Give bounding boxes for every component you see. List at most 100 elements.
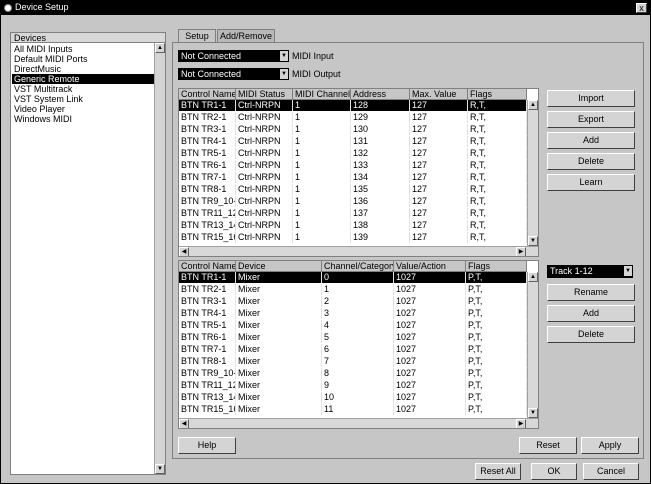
scroll-left-arrow-icon[interactable]: ◀ <box>179 419 189 428</box>
device-item[interactable]: Windows MIDI <box>12 114 154 124</box>
assignment-table-vscrollbar[interactable]: ▲ ▼ <box>527 272 538 418</box>
add-bank-button[interactable]: Add <box>547 305 635 322</box>
table-row[interactable]: BTN TR3-1 Ctrl-NRPN 1 130 127 R,T, <box>179 124 527 135</box>
table-cell: 127 <box>410 208 468 219</box>
column-header[interactable]: Device <box>236 261 322 272</box>
table-cell: Mixer <box>236 284 322 295</box>
apply-button[interactable]: Apply <box>581 437 639 454</box>
table-row[interactable]: BTN TR7-1 Mixer 6 1027 P,T, <box>179 344 527 355</box>
table-row[interactable]: BTN TR4-1 Ctrl-NRPN 1 131 127 R,T, <box>179 136 527 147</box>
delete-control-button[interactable]: Delete <box>547 153 635 170</box>
scroll-up-arrow-icon[interactable]: ▲ <box>528 272 538 282</box>
table-cell: 128 <box>351 100 410 111</box>
table-cell: 6 <box>322 344 394 355</box>
reset-all-button[interactable]: Reset All <box>475 463 521 480</box>
table-row[interactable]: BTN TR1-1 Ctrl-NRPN 1 128 127 R,T, <box>179 100 527 111</box>
close-button[interactable]: x <box>636 3 647 13</box>
table-cell: 1027 <box>394 320 466 331</box>
table-row[interactable]: BTN TR4-1 Mixer 3 1027 P,T, <box>179 308 527 319</box>
ok-button[interactable]: OK <box>531 463 577 480</box>
table-cell: Mixer <box>236 368 322 379</box>
device-item[interactable]: VST Multitrack <box>12 84 154 94</box>
table-row[interactable]: BTN TR5-1 Ctrl-NRPN 1 132 127 R,T, <box>179 148 527 159</box>
scroll-right-arrow-icon[interactable]: ▶ <box>516 247 526 256</box>
table-cell: 127 <box>410 124 468 135</box>
table-cell: 1 <box>293 148 351 159</box>
device-item[interactable]: Default MIDI Ports <box>12 54 154 64</box>
table-row[interactable]: BTN TR9_10-1 Ctrl-NRPN 1 136 127 R,T, <box>179 196 527 207</box>
table-row[interactable]: BTN TR11_12- Mixer 9 1027 P,T, <box>179 380 527 391</box>
import-button[interactable]: Import <box>547 90 635 107</box>
controls-table-hscrollbar[interactable]: ◀ ▶ <box>179 246 538 256</box>
table-cell: BTN TR1-1 <box>179 272 236 283</box>
learn-button[interactable]: Learn <box>547 174 635 191</box>
table-cell: BTN TR11_12- <box>181 208 236 219</box>
scroll-left-arrow-icon[interactable]: ◀ <box>179 247 189 256</box>
table-cell: P,T, <box>466 356 527 367</box>
table-row[interactable]: BTN TR11_12- Ctrl-NRPN 1 137 127 R,T, <box>179 208 527 219</box>
table-row[interactable]: BTN TR6-1 Ctrl-NRPN 1 133 127 R,T, <box>179 160 527 171</box>
assignment-table-hscrollbar[interactable]: ◀ ▶ <box>179 418 538 428</box>
delete-bank-button[interactable]: Delete <box>547 326 635 343</box>
table-cell: 127 <box>410 172 468 183</box>
column-header[interactable]: Address <box>351 89 410 100</box>
devices-header: Devices <box>11 33 165 43</box>
scroll-up-arrow-icon[interactable]: ▲ <box>528 100 538 110</box>
column-header[interactable]: Max. Value <box>410 89 468 100</box>
device-item[interactable]: All MIDI Inputs <box>12 44 154 54</box>
chevron-down-icon: ▼ <box>280 69 288 79</box>
table-row[interactable]: BTN TR2-1 Ctrl-NRPN 1 129 127 R,T, <box>179 112 527 123</box>
column-header[interactable]: Control Name <box>179 261 236 272</box>
table-row[interactable]: BTN TR13_14- Mixer 10 1027 P,T, <box>179 392 527 403</box>
table-row[interactable]: BTN TR1-1 Mixer 0 1027 P,T, <box>179 272 527 283</box>
scroll-down-arrow-icon[interactable]: ▼ <box>528 408 538 418</box>
table-row[interactable]: BTN TR7-1 Ctrl-NRPN 1 134 127 R,T, <box>179 172 527 183</box>
table-row[interactable]: BTN TR8-1 Ctrl-NRPN 1 135 127 R,T, <box>179 184 527 195</box>
table-cell: P,T, <box>466 284 527 295</box>
device-item[interactable]: Video Player <box>12 104 154 114</box>
controls-table-vscrollbar[interactable]: ▲ ▼ <box>527 100 538 246</box>
export-button[interactable]: Export <box>547 111 635 128</box>
device-item[interactable]: VST System Link <box>12 94 154 104</box>
column-header[interactable]: Flags <box>468 89 527 100</box>
column-header[interactable]: Channel/Category <box>322 261 394 272</box>
table-row[interactable]: BTN TR6-1 Mixer 5 1027 P,T, <box>179 332 527 343</box>
table-cell: P,T, <box>466 296 527 307</box>
device-item[interactable]: Generic Remote <box>12 74 154 84</box>
title-bar[interactable]: Device Setup x <box>1 1 650 15</box>
table-cell: BTN TR4-1 <box>179 308 236 319</box>
table-cell: BTN TR1-1 <box>179 100 236 111</box>
table-row[interactable]: BTN TR5-1 Mixer 4 1027 P,T, <box>179 320 527 331</box>
table-row[interactable]: BTN TR2-1 Mixer 1 1027 P,T, <box>179 284 527 295</box>
column-header[interactable]: Flags <box>466 261 527 272</box>
bank-select[interactable]: Track 1-12 ▼ <box>547 265 633 278</box>
table-cell: 127 <box>410 136 468 147</box>
midi-output-select[interactable]: Not Connected ▼ <box>178 68 289 80</box>
help-button[interactable]: Help <box>178 437 236 454</box>
table-row[interactable]: BTN TR15_16- Ctrl-NRPN 1 139 127 R,T, <box>179 232 527 243</box>
table-cell: 1 <box>293 124 351 135</box>
cancel-button[interactable]: Cancel <box>583 463 639 480</box>
table-row[interactable]: BTN TR13_14- Ctrl-NRPN 1 138 127 R,T, <box>179 220 527 231</box>
column-header[interactable]: Value/Action <box>394 261 466 272</box>
add-control-button[interactable]: Add <box>547 132 635 149</box>
reset-button[interactable]: Reset <box>519 437 577 454</box>
midi-input-select[interactable]: Not Connected ▼ <box>178 50 289 62</box>
column-header[interactable]: MIDI Status <box>236 89 293 100</box>
tab-setup[interactable]: Setup <box>178 29 216 43</box>
scroll-right-arrow-icon[interactable]: ▶ <box>516 419 526 428</box>
device-item[interactable]: DirectMusic <box>12 64 154 74</box>
scroll-down-arrow-icon[interactable]: ▼ <box>528 236 538 246</box>
scroll-up-arrow-icon[interactable]: ▲ <box>155 43 165 53</box>
table-row[interactable]: BTN TR8-1 Mixer 7 1027 P,T, <box>179 356 527 367</box>
tab-add-remove[interactable]: Add/Remove <box>217 29 275 42</box>
table-row[interactable]: BTN TR3-1 Mixer 2 1027 P,T, <box>179 296 527 307</box>
table-row[interactable]: BTN TR15_16- Mixer 11 1027 P,T, <box>179 404 527 415</box>
devices-scrollbar[interactable]: ▲ ▼ <box>154 43 165 474</box>
column-header[interactable]: MIDI Channel <box>293 89 351 100</box>
column-header[interactable]: Control Name <box>179 89 236 100</box>
scroll-down-arrow-icon[interactable]: ▼ <box>155 464 165 474</box>
rename-bank-button[interactable]: Rename <box>547 284 635 301</box>
table-row[interactable]: BTN TR9_10-1 Mixer 8 1027 P,T, <box>179 368 527 379</box>
table-cell: 127 <box>410 232 468 243</box>
